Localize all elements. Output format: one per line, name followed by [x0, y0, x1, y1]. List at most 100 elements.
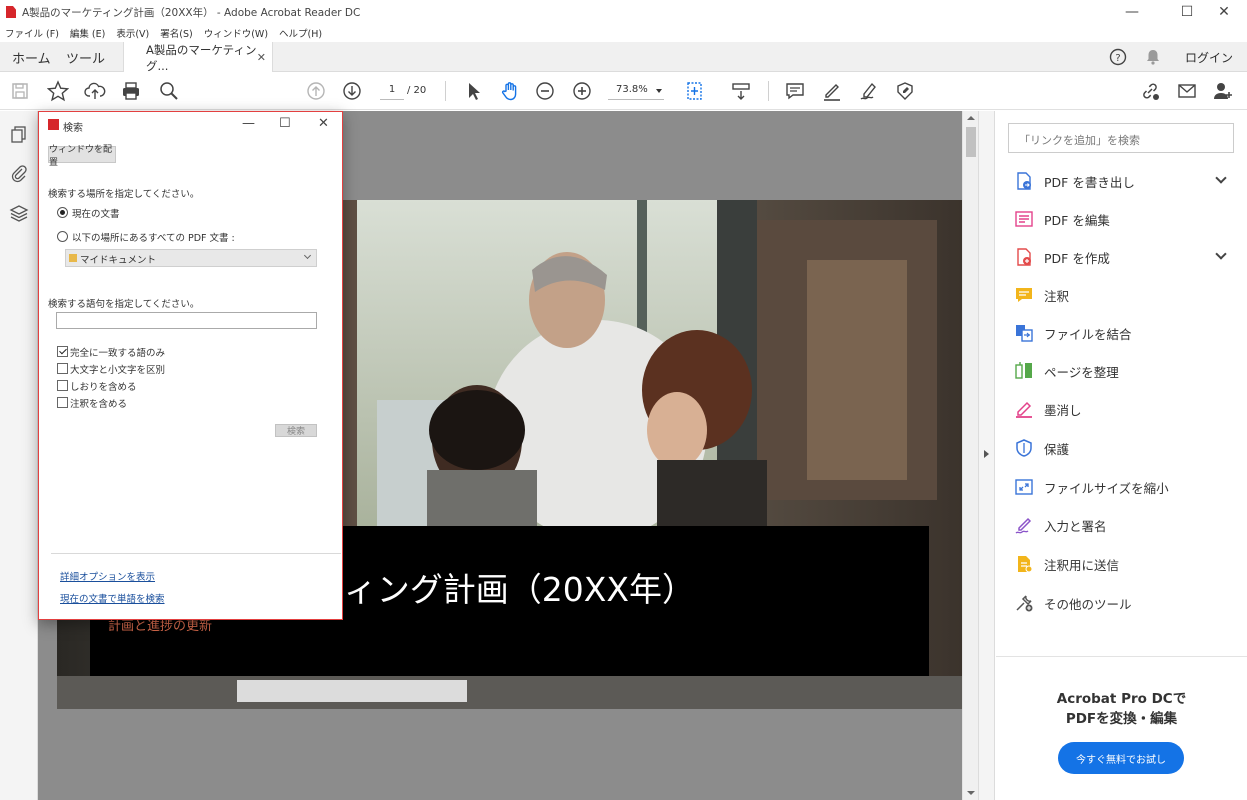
radio-current-document[interactable] [57, 207, 68, 218]
search-term-input[interactable] [56, 312, 317, 329]
fit-page-icon[interactable] [683, 79, 707, 103]
dialog-divider [51, 553, 341, 554]
comment-icon[interactable] [783, 79, 807, 103]
include-comments-checkbox[interactable] [57, 397, 68, 408]
layers-icon[interactable] [9, 203, 29, 223]
whole-words-label[interactable]: 完全に一致する語のみ [70, 345, 165, 359]
scroll-up-icon[interactable] [967, 116, 975, 120]
location-value: マイドキュメント [80, 255, 157, 266]
highlight-pen-icon[interactable] [820, 79, 844, 103]
chevron-down-icon [303, 251, 312, 260]
tool-more-tools[interactable]: その他のツール [1014, 589, 1239, 617]
vertical-scrollbar[interactable] [962, 111, 978, 800]
tool-label: ページを整理 [1044, 364, 1119, 380]
scroll-down-icon[interactable] [967, 791, 975, 795]
email-icon[interactable] [1175, 79, 1199, 103]
tool-organize-pages[interactable]: ページを整理 [1014, 357, 1239, 385]
chevron-down-icon[interactable] [1215, 172, 1227, 184]
page-thumbnails-icon[interactable] [9, 125, 29, 145]
radio-current-document-label[interactable]: 現在の文書 [72, 206, 120, 220]
include-bookmarks-checkbox[interactable] [57, 380, 68, 391]
print-icon[interactable] [119, 79, 143, 103]
chevron-down-icon [656, 89, 662, 93]
tab-close-icon[interactable]: ✕ [257, 51, 266, 64]
tool-combine-files[interactable]: ファイルを結合 [1014, 319, 1239, 347]
toolbar-divider [445, 81, 446, 101]
menu-sign[interactable]: 署名(S) [160, 26, 192, 40]
location-select[interactable]: マイドキュメント [65, 249, 317, 267]
tool-label: 注釈用に送信 [1044, 557, 1120, 573]
attachment-icon[interactable] [9, 163, 29, 183]
login-button[interactable]: ログイン [1185, 42, 1233, 72]
select-cursor-icon[interactable] [461, 79, 485, 103]
left-nav-pane [0, 111, 38, 800]
tab-home[interactable]: ホーム [12, 42, 51, 72]
hand-tool-icon[interactable] [498, 79, 522, 103]
tool-send-comments[interactable]: 注釈用に送信 [1014, 550, 1239, 578]
tool-export-pdf[interactable]: PDF を書き出し [1014, 167, 1239, 195]
radio-all-pdfs-label[interactable]: 以下の場所にあるすべての PDF 文書 : [72, 230, 235, 244]
tool-fill-sign[interactable]: 入力と署名 [1014, 511, 1239, 539]
close-window-button[interactable]: ✕ [1201, 0, 1247, 24]
tool-protect[interactable]: 保護 [1014, 434, 1239, 462]
search-button[interactable]: 検索 [275, 424, 317, 437]
chevron-right-icon [984, 450, 989, 458]
zoom-in-icon[interactable] [570, 79, 594, 103]
search-zoom-icon[interactable] [157, 79, 181, 103]
menu-view[interactable]: 表示(V) [116, 26, 149, 40]
tools-search-input[interactable]: 「リンクを追加」を検索 [1008, 123, 1234, 153]
upload-cloud-icon[interactable] [83, 79, 107, 103]
menu-file[interactable]: ファイル (F) [5, 26, 59, 40]
bookmark-star-icon[interactable] [46, 79, 70, 103]
share-link-icon[interactable] [1138, 79, 1162, 103]
menu-help[interactable]: ヘルプ(H) [279, 26, 322, 40]
minimize-button[interactable]: — [1109, 0, 1155, 24]
bell-icon[interactable] [1145, 42, 1161, 72]
tool-edit-pdf[interactable]: PDF を編集 [1014, 205, 1239, 233]
help-icon[interactable]: ? [1109, 42, 1127, 72]
page-number-input[interactable]: 1 [380, 84, 404, 100]
chevron-down-icon[interactable] [1215, 248, 1227, 260]
tool-create-pdf[interactable]: PDF を作成 [1014, 243, 1239, 271]
include-bookmarks-label[interactable]: しおりを含める [70, 379, 137, 393]
dialog-title-bar[interactable]: 検索 — ☐ ✕ [39, 112, 342, 138]
zoom-out-icon[interactable] [533, 79, 557, 103]
free-trial-button[interactable]: 今すぐ無料でお試し [1058, 742, 1184, 774]
tool-label: 保護 [1044, 441, 1070, 457]
right-pane-toggle[interactable] [978, 111, 995, 800]
sign-pen-icon[interactable] [857, 79, 881, 103]
window-title: A製品のマーケティング計画（20XX年） - Adobe Acrobat Rea… [22, 6, 361, 19]
arrange-windows-button[interactable]: ウィンドウを配置 [48, 145, 116, 168]
next-page-icon[interactable] [340, 79, 364, 103]
acrobat-icon [6, 6, 16, 18]
dialog-title: 検索 [63, 123, 83, 134]
menu-window[interactable]: ウィンドウ(W) [204, 26, 268, 40]
tab-document[interactable]: A製品のマーケティング... ✕ [123, 42, 273, 73]
compress-icon [1015, 479, 1033, 495]
advanced-options-link[interactable]: 詳細オプションを表示 [60, 569, 155, 583]
case-sensitive-checkbox[interactable] [57, 363, 68, 374]
add-user-icon[interactable] [1211, 79, 1235, 103]
prev-page-icon[interactable] [304, 79, 328, 103]
case-sensitive-label[interactable]: 大文字と小文字を区別 [70, 362, 165, 376]
radio-all-pdfs[interactable] [57, 231, 68, 242]
dialog-close-button[interactable]: ✕ [318, 116, 329, 131]
fill-sign-icon[interactable] [893, 79, 917, 103]
tool-label: 墨消し [1044, 402, 1082, 418]
scroll-mode-icon[interactable] [729, 79, 753, 103]
include-comments-label[interactable]: 注釈を含める [70, 396, 127, 410]
zoom-select[interactable]: 73.8% [608, 84, 664, 100]
menu-edit[interactable]: 編集 (E) [70, 26, 105, 40]
save-icon[interactable] [8, 79, 32, 103]
tab-bar: ホーム ツール A製品のマーケティング... ✕ ? ログイン [0, 42, 1247, 73]
whole-words-checkbox[interactable] [57, 346, 68, 357]
tool-compress[interactable]: ファイルサイズを縮小 [1014, 473, 1239, 501]
menu-bar: ファイル (F) 編集 (E) 表示(V) 署名(S) ウィンドウ(W) ヘルプ… [0, 24, 1247, 42]
dialog-maximize-button[interactable]: ☐ [279, 116, 291, 131]
tab-tools[interactable]: ツール [66, 42, 105, 72]
dialog-minimize-button[interactable]: — [242, 116, 255, 131]
tool-comment[interactable]: 注釈 [1014, 281, 1239, 309]
tool-redact[interactable]: 墨消し [1014, 395, 1239, 423]
scroll-thumb[interactable] [966, 127, 976, 157]
find-in-document-link[interactable]: 現在の文書で単語を検索 [60, 591, 165, 605]
